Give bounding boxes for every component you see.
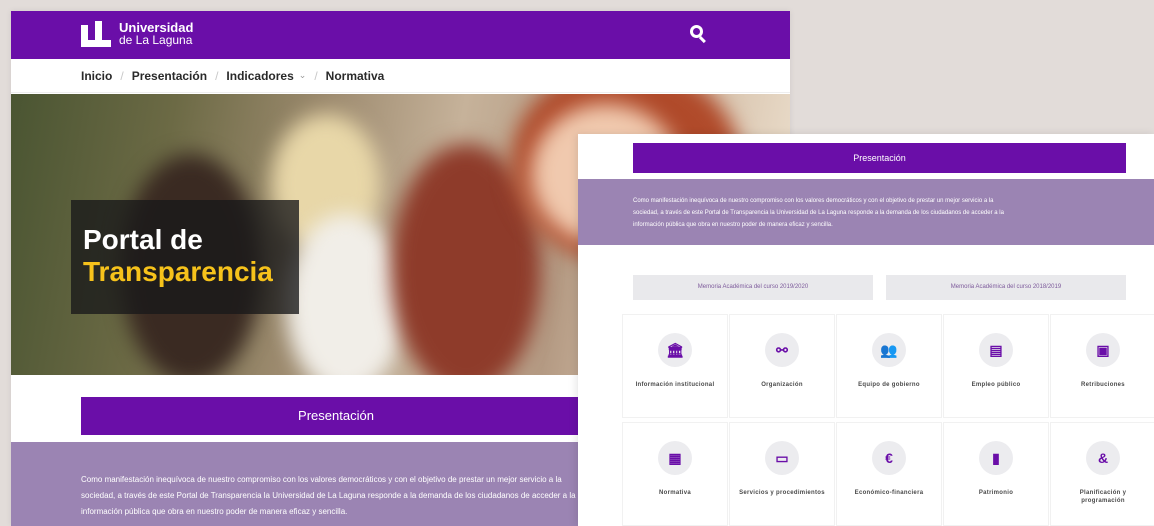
browser-window-icon: ▭ bbox=[765, 441, 799, 475]
presentation-text: Como manifestación inequívoca de nuestro… bbox=[633, 195, 1133, 231]
org-chart-icon: ⚯ bbox=[765, 333, 799, 367]
university-name: Universidad de La Laguna bbox=[119, 21, 193, 47]
tile-equipo-de-gobierno[interactable]: 👥 Equipo de gobierno bbox=[836, 314, 942, 418]
presentation-text-line3: información pública que obra en nuestro … bbox=[81, 507, 348, 516]
hero-photo-blur bbox=[286, 214, 406, 375]
tile-label: Servicios y procedimientos bbox=[739, 490, 825, 496]
tile-patrimonio[interactable]: ▮ Patrimonio bbox=[943, 422, 1049, 526]
tile-label: Retribuciones bbox=[1081, 382, 1125, 388]
tile-label: Normativa bbox=[658, 490, 692, 496]
presentation-button[interactable]: Presentación bbox=[633, 143, 1126, 173]
presentation-text-line1: Como manifestación inequívoca de nuestro… bbox=[81, 475, 562, 484]
search-icon[interactable] bbox=[690, 25, 710, 45]
hero-title-line1: Portal de bbox=[83, 224, 203, 255]
presentation-text-line2: sociedad, a través de este Portal de Tra… bbox=[81, 491, 576, 500]
tile-empleo-publico[interactable]: ▤ Empleo público bbox=[943, 314, 1049, 418]
tile-informacion-institucional[interactable]: 🏛 Información institucional bbox=[622, 314, 728, 418]
tile-normativa[interactable]: ▦ Normativa bbox=[622, 422, 728, 526]
document-icon: ▦ bbox=[658, 441, 692, 475]
main-nav: Inicio / Presentación / Indicadores ⌄ / … bbox=[11, 59, 790, 93]
presentation-button[interactable]: Presentación bbox=[81, 397, 591, 435]
tile-label: Organización bbox=[761, 382, 803, 388]
nav-item-indicadores[interactable]: Indicadores bbox=[226, 69, 293, 83]
tile-organizacion[interactable]: ⚯ Organización bbox=[729, 314, 835, 418]
nav-item-inicio[interactable]: Inicio bbox=[81, 69, 112, 83]
payslip-icon: ▣ bbox=[1086, 333, 1120, 367]
tile-economico-financiera[interactable]: € Económico-financiera bbox=[836, 422, 942, 526]
ull-logo-icon bbox=[81, 21, 111, 47]
tile-planificacion-y-programacion[interactable]: & Planificación y programación bbox=[1050, 422, 1154, 526]
memoria-2019-2020-button[interactable]: Memoria Académica del curso 2019/2020 bbox=[633, 275, 873, 300]
euro-icon: € bbox=[872, 441, 906, 475]
top-bar: Universidad de La Laguna bbox=[11, 11, 790, 59]
building-icon: ▮ bbox=[979, 441, 1013, 475]
presentation-text-line3: información pública que obra en nuestro … bbox=[633, 222, 833, 228]
hero-title-box: Portal de Transparencia bbox=[71, 200, 299, 314]
tile-servicios-y-procedimientos[interactable]: ▭ Servicios y procedimientos bbox=[729, 422, 835, 526]
presentation-text-band: Como manifestación inequívoca de nuestro… bbox=[578, 179, 1154, 245]
nav-item-normativa[interactable]: Normativa bbox=[326, 69, 385, 83]
chevron-down-icon[interactable]: ⌄ bbox=[299, 70, 307, 81]
team-icon: 👥 bbox=[872, 333, 906, 367]
nav-separator: / bbox=[314, 68, 318, 83]
id-card-icon: ▤ bbox=[979, 333, 1013, 367]
tile-label: Patrimonio bbox=[978, 490, 1014, 496]
category-grid: 🏛 Información institucional ⚯ Organizaci… bbox=[622, 314, 1154, 526]
detail-page-window: Presentación Como manifestación inequívo… bbox=[578, 134, 1154, 526]
tile-label: Información institucional bbox=[635, 382, 715, 388]
presentation-text: Como manifestación inequívoca de nuestro… bbox=[81, 472, 581, 520]
hero-title-line2: Transparencia bbox=[83, 256, 273, 287]
presentation-text-line1: Como manifestación inequívoca de nuestro… bbox=[633, 198, 994, 204]
tile-label: Equipo de gobierno bbox=[858, 382, 920, 388]
nav-separator: / bbox=[120, 68, 124, 83]
presentation-text-line2: sociedad, a través de este Portal de Tra… bbox=[633, 210, 1004, 216]
tile-label: Económico-financiera bbox=[854, 490, 924, 496]
ampersand-icon: & bbox=[1086, 441, 1120, 475]
university-logo[interactable]: Universidad de La Laguna bbox=[81, 21, 193, 47]
memoria-2018-2019-button[interactable]: Memoria Académica del curso 2018/2019 bbox=[886, 275, 1126, 300]
bank-icon: 🏛 bbox=[658, 333, 692, 367]
nav-separator: / bbox=[215, 68, 219, 83]
tile-label: Planificación y programación bbox=[1079, 490, 1127, 504]
university-name-line2: de La Laguna bbox=[119, 33, 193, 47]
tile-label: Empleo público bbox=[971, 382, 1021, 388]
nav-item-presentacion[interactable]: Presentación bbox=[132, 69, 207, 83]
tile-retribuciones[interactable]: ▣ Retribuciones bbox=[1050, 314, 1154, 418]
